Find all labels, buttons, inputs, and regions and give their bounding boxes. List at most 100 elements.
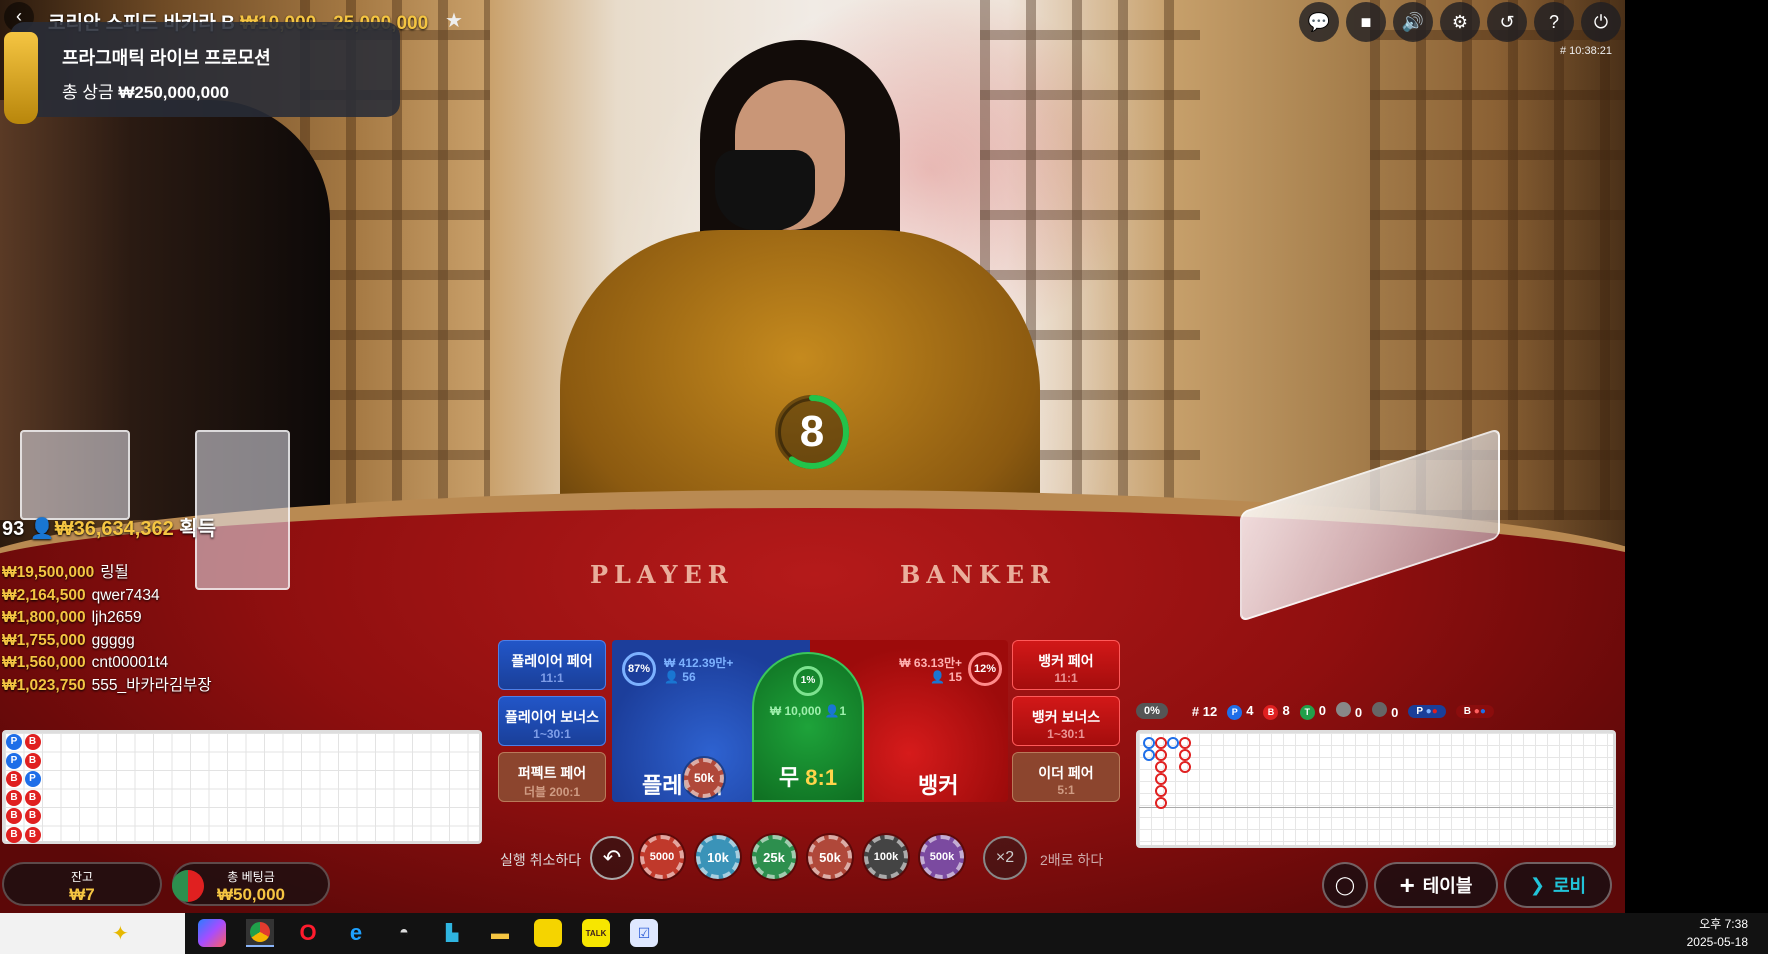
history-icon[interactable]: ↺ — [1487, 2, 1527, 42]
tie-label: 무 — [778, 765, 800, 790]
checklist-app-icon[interactable]: ☑ — [630, 919, 658, 947]
player-pair-bet[interactable]: 플레이어 페어 11:1 — [498, 640, 606, 690]
winner-name: ggggg — [91, 631, 135, 649]
winners-list: ₩19,500,000 링될 ₩2,164,500 qwer7434 ₩1,800,… — [2, 562, 212, 697]
tie-odds: 8:1 — [805, 765, 838, 790]
felt-player-text: PLAYER — [590, 560, 734, 589]
player-dot-icon: P — [1227, 704, 1243, 720]
tie-bet[interactable]: 1% ₩ 10,000 👤1 무 8:1 — [752, 652, 864, 802]
undo-label: 실행 취소하다 — [500, 852, 582, 868]
bead-player: P — [6, 734, 22, 750]
bead-banker: B — [6, 771, 22, 787]
chip-selector: 5000 10k 25k 50k 100k 500k — [640, 835, 964, 879]
add-table-button[interactable]: + 테이블 — [1374, 862, 1498, 908]
lobby-exit-icon[interactable]: ⏻ — [1581, 2, 1621, 42]
help-icon[interactable]: ? — [1534, 2, 1574, 42]
winner-amount: ₩19,500,000 — [2, 564, 95, 581]
undo-icon[interactable]: ↶ — [590, 836, 634, 880]
chip-5000[interactable]: 5000 — [640, 835, 684, 879]
lobby-label: 로비 — [1552, 876, 1587, 896]
felt-banker-text: BANKER — [900, 560, 1056, 589]
system-clock: 오후 7:38 2025-05-18 — [1687, 915, 1748, 951]
windows-taskbar: ✦ O e ◓ ▙ ▬ TALK ☑ 오후 7:38 2025-05-18 — [0, 913, 1768, 954]
banker-pairs: 0 — [1372, 702, 1398, 720]
person-icon: 👤 — [930, 670, 946, 684]
banker-predict[interactable]: B ●● — [1455, 704, 1494, 718]
promotion-banner[interactable]: 프라그매틱 라이브 프로모션 총 상금 ₩250,000,000 — [4, 22, 400, 124]
person-icon: 👤 — [824, 704, 840, 718]
discard-box — [20, 430, 130, 520]
chat-bubble-icon[interactable]: ◯ — [1322, 862, 1368, 908]
live-video-area: PLAYER BANKER ‹ 코리안 스피드 바카라 B ₩10,000 - … — [0, 0, 1625, 913]
app-icon[interactable]: ◓ — [390, 919, 418, 947]
opera-icon[interactable]: O — [294, 919, 322, 947]
chrome-icon[interactable] — [246, 919, 274, 947]
banker-wins-count: 8 — [1282, 702, 1290, 718]
kakaotalk-icon[interactable]: TALK — [582, 919, 610, 947]
chrome-logo — [250, 922, 270, 942]
either-pair-odds: 5:1 — [1057, 783, 1075, 797]
balance-label: 잔고 — [70, 870, 94, 884]
volume-icon[interactable]: 🔊 — [1393, 2, 1433, 42]
lobby-button[interactable]: ❯ 로비 — [1504, 862, 1612, 908]
person-icon: 👤 — [29, 518, 55, 540]
chip-50k[interactable]: 50k — [808, 835, 852, 879]
winner-row: ₩2,164,500 qwer7434 — [2, 585, 212, 608]
player-bonus-bet[interactable]: 플레이어 보너스 1~30:1 — [498, 696, 606, 746]
winner-name: ljh2659 — [91, 609, 142, 626]
winner-name: 링될 — [100, 564, 129, 581]
winner-row: ₩1,023,750 555_바카라김부장 — [2, 675, 212, 698]
promo-title: 프라그매틱 라이브 프로모션 — [62, 48, 271, 68]
ie-icon[interactable]: e — [342, 919, 370, 947]
chip-10k[interactable]: 10k — [696, 835, 740, 879]
bead-road[interactable]: PPBBBBBBPBBB — [2, 730, 482, 844]
winner-amount: ₩1,800,000 — [2, 609, 86, 626]
either-pair-bet[interactable]: 이더 페어 5:1 — [1012, 752, 1120, 802]
double-label: 2배로 하다 — [1040, 852, 1104, 868]
note-app-icon[interactable]: ▙ — [438, 919, 466, 947]
sticky-notes-icon[interactable] — [534, 919, 562, 947]
chat-icon[interactable]: 💬 — [1299, 2, 1339, 42]
tie-wins: T0 — [1299, 703, 1326, 720]
winner-row: ₩1,755,000 ggggg — [2, 630, 212, 653]
banker-bettors: 👤 15 — [930, 670, 962, 684]
banker-pair-dot-icon — [1372, 702, 1388, 717]
winners-count: 93 — [2, 518, 25, 540]
big-road[interactable] — [1136, 730, 1616, 848]
folder-icon[interactable]: ▬ — [486, 919, 514, 947]
chip-500k[interactable]: 500k — [920, 835, 964, 879]
winners-summary: 93 👤₩36,634,362 획득 — [2, 512, 216, 541]
winner-name: qwer7434 — [91, 586, 160, 604]
chip-25k[interactable]: 25k — [752, 835, 796, 879]
road-mark-banker — [1155, 749, 1167, 761]
double-button[interactable]: ×2 — [983, 836, 1027, 880]
road-mark-banker — [1155, 761, 1167, 773]
player-pair-odds: 11:1 — [540, 671, 564, 685]
taskbar-search-area[interactable]: ✦ — [0, 913, 185, 954]
favorite-star-icon[interactable]: ★ — [445, 8, 463, 33]
road-mark-banker — [1179, 761, 1191, 773]
promo-prize-amount: ₩250,000,000 — [118, 83, 229, 102]
player-predict[interactable]: P ●● — [1408, 704, 1446, 718]
banker-pair-bet[interactable]: 뱅커 페어 11:1 — [1012, 640, 1120, 690]
perfect-pair-bet[interactable]: 퍼펙트 페어 더블 200:1 — [498, 752, 606, 802]
round-id: # 10:38:21 — [1560, 45, 1612, 57]
perfect-pair-label: 퍼펙트 페어 — [517, 765, 587, 781]
lobby-arrow-icon: ❯ — [1529, 874, 1545, 895]
bead-banker: B — [24, 789, 41, 806]
banker-predict-label: B — [1463, 705, 1471, 717]
either-pair-label: 이더 페어 — [1038, 765, 1094, 781]
chip-stack-icon — [172, 870, 204, 902]
settings-icon[interactable]: ⚙ — [1440, 2, 1480, 42]
chip-100k[interactable]: 100k — [864, 835, 908, 879]
road-mark-banker — [1155, 773, 1167, 785]
player-bettors: 👤 56 — [664, 670, 696, 684]
road-mark-banker — [1179, 749, 1191, 761]
road-mark-banker — [1155, 785, 1167, 797]
copilot-icon[interactable] — [198, 919, 226, 947]
promo-prize: 총 상금 ₩250,000,000 — [62, 78, 400, 103]
road-mark-player — [1143, 749, 1155, 761]
banker-bonus-bet[interactable]: 뱅커 보너스 1~30:1 — [1012, 696, 1120, 746]
bead-banker: B — [24, 826, 41, 843]
video-icon[interactable]: ■ — [1346, 2, 1386, 42]
